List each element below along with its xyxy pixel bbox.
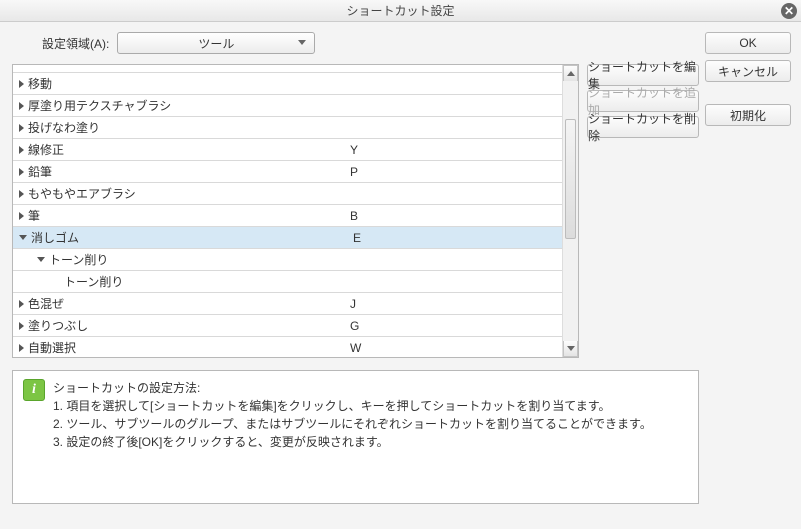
expand-right-icon — [19, 80, 24, 88]
row-key: G — [350, 319, 562, 333]
row-name: 鉛筆 — [28, 163, 350, 180]
row-name: もやもやエアブラシ — [28, 185, 350, 202]
info-line-2: 2. ツール、サブツールのグループ、またはサブツールにそれぞれショートカットを割… — [53, 415, 652, 433]
info-line-3: 3. 設定の終了後[OK]をクリックすると、変更が反映されます。 — [53, 433, 652, 451]
expand-right-icon — [19, 190, 24, 198]
chevron-down-icon — [298, 40, 306, 45]
expand-right-icon — [19, 300, 24, 308]
row-key: W — [350, 341, 562, 355]
close-button[interactable]: ✕ — [781, 3, 797, 19]
table-row[interactable]: 消しゴムE — [13, 227, 562, 249]
action-column: ショートカットを編集 ショートカットを追加 ショートカットを削除 — [579, 64, 699, 358]
table-row[interactable]: もやもやエアブラシ — [13, 183, 562, 205]
delete-shortcut-button[interactable]: ショートカットを削除 — [587, 116, 699, 138]
close-icon: ✕ — [784, 5, 794, 17]
table-row[interactable]: トーン削り — [13, 271, 562, 293]
side-panel: OK キャンセル 初期化 — [705, 22, 801, 529]
table-row-partial — [13, 65, 562, 73]
table-row[interactable]: 厚塗り用テクスチャブラシ — [13, 95, 562, 117]
table-row[interactable]: トーン削り — [13, 249, 562, 271]
row-key: Y — [350, 143, 562, 157]
dialog-title: ショートカット設定 — [346, 2, 454, 19]
row-name: トーン削り — [49, 251, 371, 268]
info-heading: ショートカットの設定方法: — [53, 379, 652, 397]
arrow-up-icon — [567, 71, 575, 76]
table-row[interactable]: 塗りつぶしG — [13, 315, 562, 337]
scroll-up-button[interactable] — [563, 65, 578, 81]
info-box: i ショートカットの設定方法: 1. 項目を選択して[ショートカットを編集]をク… — [12, 370, 699, 504]
table-row[interactable]: 筆B — [13, 205, 562, 227]
info-text: ショートカットの設定方法: 1. 項目を選択して[ショートカットを編集]をクリッ… — [53, 379, 652, 495]
row-name: 厚塗り用テクスチャブラシ — [28, 97, 350, 114]
expand-down-icon — [37, 257, 45, 262]
grid-rows[interactable]: 移動厚塗り用テクスチャブラシ投げなわ塗り線修正Y鉛筆Pもやもやエアブラシ筆B消し… — [13, 65, 562, 357]
info-line-1: 1. 項目を選択して[ショートカットを編集]をクリックし、キーを押してショートカ… — [53, 397, 652, 415]
table-row[interactable]: 色混ぜJ — [13, 293, 562, 315]
table-row[interactable]: 移動 — [13, 73, 562, 95]
spacer — [705, 88, 791, 98]
main-panel: 設定領域(A): ツール 移動厚塗り用テクスチャブラシ投げなわ塗り線修正Y鉛筆P… — [0, 22, 705, 529]
area-row: 設定領域(A): ツール — [42, 32, 699, 54]
title-bar: ショートカット設定 ✕ — [0, 0, 801, 22]
area-dropdown[interactable]: ツール — [117, 32, 315, 54]
row-name: 自動選択 — [28, 339, 350, 356]
cancel-button[interactable]: キャンセル — [705, 60, 791, 82]
expand-right-icon — [19, 146, 24, 154]
row-name: 消しゴム — [31, 229, 353, 246]
expand-right-icon — [19, 212, 24, 220]
info-icon: i — [23, 379, 45, 401]
table-row[interactable]: 投げなわ塗り — [13, 117, 562, 139]
scroll-thumb[interactable] — [565, 119, 576, 239]
area-dropdown-value: ツール — [198, 35, 234, 52]
shortcut-grid: 移動厚塗り用テクスチャブラシ投げなわ塗り線修正Y鉛筆Pもやもやエアブラシ筆B消し… — [12, 64, 579, 358]
table-row[interactable]: 線修正Y — [13, 139, 562, 161]
upper-section: 移動厚塗り用テクスチャブラシ投げなわ塗り線修正Y鉛筆Pもやもやエアブラシ筆B消し… — [12, 64, 699, 358]
row-name: 色混ぜ — [28, 295, 350, 312]
grid-column: 移動厚塗り用テクスチャブラシ投げなわ塗り線修正Y鉛筆Pもやもやエアブラシ筆B消し… — [12, 64, 579, 358]
row-key: J — [350, 297, 562, 311]
row-name: 移動 — [28, 75, 350, 92]
row-name: 筆 — [28, 207, 350, 224]
table-row[interactable]: 自動選択W — [13, 337, 562, 357]
add-shortcut-button: ショートカットを追加 — [587, 90, 699, 112]
expand-right-icon — [19, 322, 24, 330]
area-label: 設定領域(A): — [42, 35, 109, 52]
table-row[interactable]: 鉛筆P — [13, 161, 562, 183]
expand-right-icon — [19, 102, 24, 110]
scrollbar — [562, 65, 578, 357]
expand-down-icon — [19, 235, 27, 240]
row-key: E — [353, 231, 562, 245]
row-key: P — [350, 165, 562, 179]
row-name: 投げなわ塗り — [28, 119, 350, 136]
expand-right-icon — [19, 344, 24, 352]
row-key: B — [350, 209, 562, 223]
arrow-down-icon — [567, 346, 575, 351]
edit-shortcut-button[interactable]: ショートカットを編集 — [587, 64, 699, 86]
row-name: 塗りつぶし — [28, 317, 350, 334]
scroll-down-button[interactable] — [563, 341, 578, 357]
dialog-body: 設定領域(A): ツール 移動厚塗り用テクスチャブラシ投げなわ塗り線修正Y鉛筆P… — [0, 22, 801, 529]
expand-right-icon — [19, 168, 24, 176]
row-name: 線修正 — [28, 141, 350, 158]
expand-right-icon — [19, 124, 24, 132]
initialize-button[interactable]: 初期化 — [705, 104, 791, 126]
row-name: トーン削り — [64, 273, 386, 290]
ok-button[interactable]: OK — [705, 32, 791, 54]
